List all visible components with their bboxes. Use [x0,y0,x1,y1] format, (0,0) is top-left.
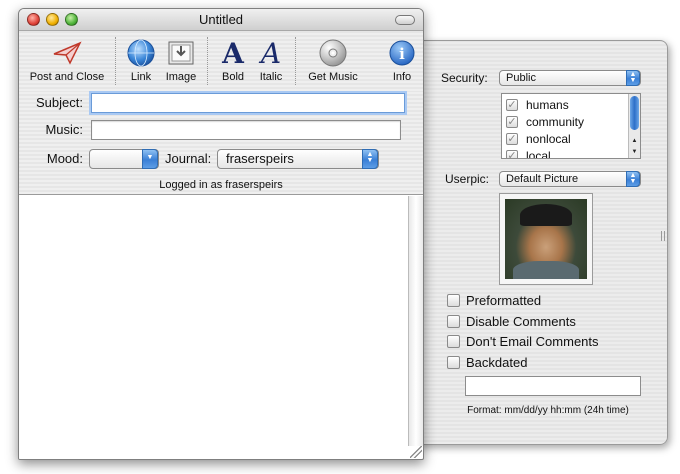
mood-combo[interactable]: ▼ [89,149,159,169]
mood-label: Mood: [46,151,83,166]
music-label: Music: [45,122,83,137]
window-title: Untitled [198,12,244,27]
list-scrollbar[interactable]: ▲ ▼ [628,94,640,158]
checkbox-checked-icon[interactable]: ✓ [506,150,518,158]
group-name: community [526,115,585,129]
entry-form: Subject: Music: Mood: ▼ Journal: frasers… [19,91,423,195]
journal-label: Journal: [165,151,212,166]
scroll-thumb[interactable] [630,96,639,130]
italic-button[interactable]: A Italic [253,36,289,84]
chevron-down-icon: ▼ [142,149,158,169]
info-icon: i [383,37,421,69]
toolbar-toggle-button[interactable] [395,15,415,25]
preformatted-checkbox[interactable]: Preformatted [447,293,541,308]
music-input[interactable] [91,120,401,140]
cd-icon [303,37,363,69]
paper-plane-icon [27,37,107,69]
list-item[interactable]: ✓ local [506,149,551,159]
group-name: local [526,149,551,159]
post-and-close-button[interactable]: Post and Close [27,37,107,83]
picture-icon [161,37,201,69]
userpic-label: Userpic: [445,172,490,186]
body-scrollbar[interactable] [408,196,423,446]
music-label: Get Music [308,71,358,83]
cap-shape [519,203,573,227]
bold-label: Bold [221,71,245,83]
checkbox-icon[interactable] [447,335,460,348]
checkbox-icon[interactable] [447,294,460,307]
checkbox-checked-icon[interactable]: ✓ [506,116,518,128]
link-label: Link [130,71,152,83]
list-item[interactable]: ✓ nonlocal [506,132,571,146]
entry-window: Untitled Post and Close Link Image A Bol… [18,8,424,460]
journal-value: fraserspeirs [226,151,294,166]
drawer-grip[interactable] [661,231,665,241]
shirt-shape [513,261,579,279]
option-label: Preformatted [466,293,542,308]
backdate-input[interactable] [465,376,641,396]
post-label: Post and Close [29,71,105,83]
scroll-up-arrow-icon[interactable]: ▲ [629,138,640,144]
italic-label: Italic [259,71,283,83]
popup-arrows-icon: ▲ ▼ [626,171,640,187]
italic-a-icon: A [260,36,282,70]
get-music-button[interactable]: Get Music [303,37,363,83]
security-label: Security: [441,71,488,85]
toolbar-separator [207,37,208,85]
userpic-popup[interactable]: Default Picture ▲ ▼ [499,171,641,187]
logged-in-status: Logged in as fraserspeirs [159,179,283,191]
info-label: Info [392,71,412,83]
image-label: Image [165,71,197,83]
journal-popup[interactable]: fraserspeirs ▲ ▼ [217,149,379,169]
globe-icon [123,37,159,69]
list-item[interactable]: ✓ community [506,115,584,129]
checkbox-icon[interactable] [447,315,460,328]
popup-arrows-icon: ▲ ▼ [626,70,640,86]
userpic-value: Default Picture [506,173,579,185]
list-item[interactable]: ✓ humans [506,98,569,112]
checkbox-icon[interactable] [447,356,460,369]
option-label: Don't Email Comments [466,334,599,349]
subject-label: Subject: [36,95,83,110]
entry-body-textarea[interactable] [19,196,409,459]
disable-comments-checkbox[interactable]: Disable Comments [447,314,576,329]
group-name: nonlocal [526,132,571,146]
svg-text:i: i [399,45,405,63]
popup-arrows-icon: ▲ ▼ [362,149,378,169]
scroll-down-arrow-icon[interactable]: ▼ [629,149,640,155]
subject-input[interactable] [91,93,405,113]
options-drawer: Security: Public ▲ ▼ ✓ humans ✓ community… [418,40,668,445]
checkbox-checked-icon[interactable]: ✓ [506,99,518,111]
group-name: humans [526,98,569,112]
toolbar-separator [115,37,116,85]
toolbar: Post and Close Link Image A Bold A Itali… [19,31,423,91]
bold-a-icon: A [222,36,244,70]
title-bar[interactable]: Untitled [19,9,423,31]
friend-groups-list[interactable]: ✓ humans ✓ community ✓ nonlocal ✓ local … [501,93,641,159]
info-button[interactable]: i Info [383,37,421,83]
portrait-photo [505,199,587,279]
dont-email-comments-checkbox[interactable]: Don't Email Comments [447,334,599,349]
userpic-image [499,193,593,285]
bold-button[interactable]: A Bold [217,36,249,84]
security-popup[interactable]: Public ▲ ▼ [499,70,641,86]
image-button[interactable]: Image [161,37,201,83]
toolbar-separator [295,37,296,85]
date-format-hint: Format: mm/dd/yy hh:mm (24h time) [467,405,629,416]
option-label: Backdated [466,355,528,370]
security-value: Public [506,72,536,84]
link-button[interactable]: Link [123,37,159,83]
backdated-checkbox[interactable]: Backdated [447,355,527,370]
checkbox-checked-icon[interactable]: ✓ [506,133,518,145]
option-label: Disable Comments [466,314,576,329]
resize-grip-icon[interactable] [410,446,422,458]
